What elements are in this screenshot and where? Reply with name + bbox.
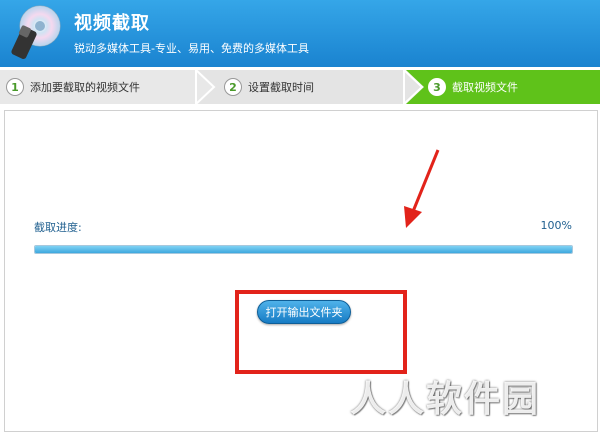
progress-bar-fill bbox=[35, 246, 572, 253]
camera-logo-icon bbox=[11, 5, 61, 59]
step-3[interactable]: 3 截取视频文件 bbox=[428, 70, 518, 104]
step-bar: 1 添加要截取的视频文件 2 设置截取时间 3 截取视频文件 bbox=[0, 70, 600, 104]
step-3-number: 3 bbox=[428, 78, 446, 96]
annotation-highlight-box bbox=[235, 290, 407, 374]
step-1-label: 添加要截取的视频文件 bbox=[30, 81, 140, 94]
step-1-number: 1 bbox=[6, 78, 24, 96]
step-2[interactable]: 2 设置截取时间 bbox=[224, 70, 314, 104]
step-1[interactable]: 1 添加要截取的视频文件 bbox=[6, 70, 140, 104]
watermark: 人人软件园 bbox=[350, 379, 541, 420]
step-2-label: 设置截取时间 bbox=[248, 81, 314, 94]
app-subtitle: 锐动多媒体工具-专业、易用、免费的多媒体工具 bbox=[74, 42, 309, 55]
app-title: 视频截取 bbox=[74, 13, 150, 34]
step-3-label: 截取视频文件 bbox=[452, 81, 518, 94]
progress-label: 截取进度: bbox=[34, 221, 82, 234]
annotation-arrow-icon bbox=[404, 149, 440, 228]
progress-bar bbox=[34, 245, 573, 254]
progress-percent: 100% bbox=[540, 219, 572, 232]
app-header: 视频截取 锐动多媒体工具-专业、易用、免费的多媒体工具 bbox=[0, 0, 600, 67]
step-2-number: 2 bbox=[224, 78, 242, 96]
